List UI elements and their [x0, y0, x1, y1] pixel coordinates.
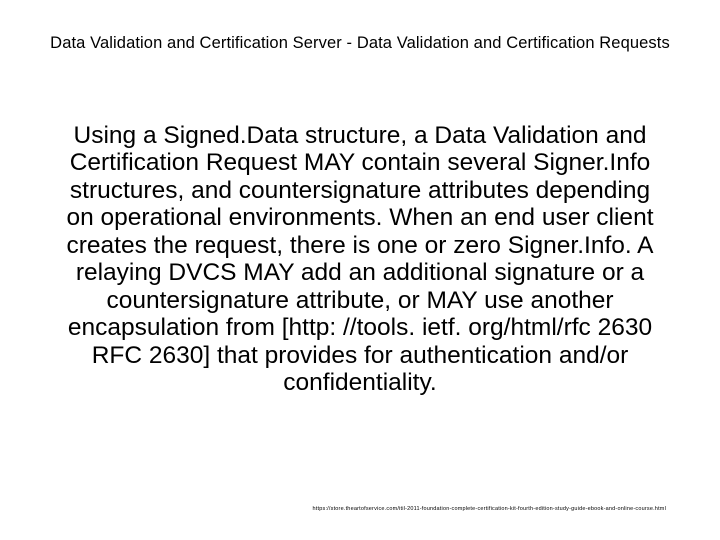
slide: Data Validation and Certification Server… [0, 0, 720, 540]
slide-body-text: Using a Signed.Data structure, a Data Va… [58, 122, 662, 396]
slide-title: Data Validation and Certification Server… [0, 34, 720, 53]
footer-link-text: https://store.theartofservice.com/itil-2… [54, 506, 666, 512]
